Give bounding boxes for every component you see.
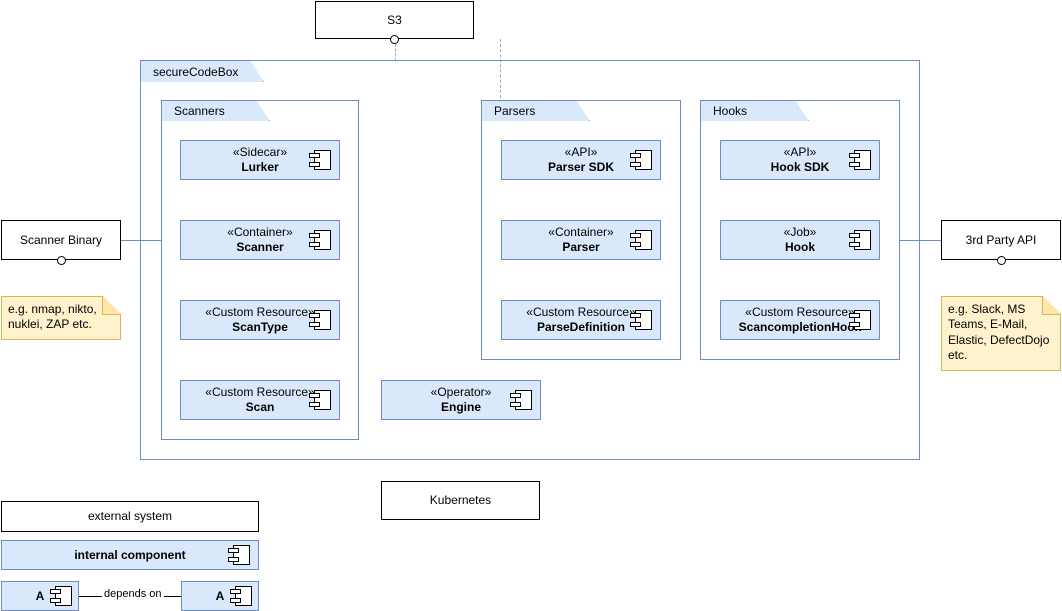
uml-component-icon xyxy=(849,310,871,330)
uml-component-icon xyxy=(510,390,532,410)
component-engine-stereotype: «Operator» xyxy=(430,385,492,400)
package-scanners-tab[interactable]: Scanners xyxy=(161,100,270,121)
legend-dependency-target: A xyxy=(181,581,259,611)
legend-internal-component-label: internal component xyxy=(74,547,186,562)
external-system-s3-label: S3 xyxy=(387,12,402,27)
component-engine[interactable]: «Operator» Engine xyxy=(381,380,541,420)
component-lurker-stereotype: «Sidecar» xyxy=(232,145,288,160)
component-scancompletionhook-stereotype: «Custom Resource» xyxy=(745,305,855,320)
note-scanner-examples-text: e.g. nmap, nikto, nuklei, ZAP etc. xyxy=(8,302,97,332)
component-scancompletionhook-name: ScancompletionHook xyxy=(738,320,862,334)
component-scanner-name: Scanner xyxy=(236,240,284,254)
note-hook-examples: e.g. Slack, MS Teams, E-Mail, Elastic, D… xyxy=(941,296,1061,371)
component-parser-sdk-stereotype: «API» xyxy=(564,145,598,160)
uml-component-icon xyxy=(630,310,652,330)
component-engine-name: Engine xyxy=(440,400,481,414)
component-scan-name: Scan xyxy=(245,400,275,414)
external-system-scanner-binary-label: Scanner Binary xyxy=(19,232,103,247)
legend-dependency-source-label: A xyxy=(35,588,45,603)
component-scantype-name: ScanType xyxy=(232,320,288,334)
legend-dependency-source: A xyxy=(1,581,79,611)
component-scantype-stereotype: «Custom Resource» xyxy=(205,305,315,320)
legend-dependency-target-label: A xyxy=(215,588,225,603)
component-lurker-name: Lurker xyxy=(241,160,279,174)
uml-component-icon xyxy=(630,150,652,170)
component-hook-sdk-stereotype: «API» xyxy=(783,145,817,160)
note-scanner-examples: e.g. nmap, nikto, nuklei, ZAP etc. xyxy=(1,296,121,340)
external-system-s3[interactable]: S3 xyxy=(315,1,474,39)
uml-component-icon xyxy=(309,310,331,330)
external-system-scanner-binary[interactable]: Scanner Binary xyxy=(1,220,121,260)
component-hook-stereotype: «Job» xyxy=(783,225,817,240)
external-system-kubernetes[interactable]: Kubernetes xyxy=(381,481,540,520)
component-parsedefinition-stereotype: «Custom Resource» xyxy=(526,305,636,320)
component-scanner[interactable]: «Container» Scanner xyxy=(180,220,340,260)
component-scancompletionhook[interactable]: «Custom Resource» ScancompletionHook xyxy=(720,300,880,340)
package-parsers-label: Parsers xyxy=(494,104,536,118)
package-scanners-label: Scanners xyxy=(174,104,225,118)
package-hooks-label: Hooks xyxy=(713,104,748,118)
uml-component-icon xyxy=(230,586,252,606)
uml-component-icon xyxy=(309,230,331,250)
legend-external-system-label: external system xyxy=(87,509,173,523)
component-scan[interactable]: «Custom Resource» Scan xyxy=(180,380,340,420)
uml-component-icon xyxy=(50,586,72,606)
component-scan-stereotype: «Custom Resource» xyxy=(205,385,315,400)
package-securecodebox-label: secureCodeBox xyxy=(153,64,239,79)
note-fold-corner-icon xyxy=(1042,297,1060,315)
note-hook-examples-text: e.g. Slack, MS Teams, E-Mail, Elastic, D… xyxy=(948,302,1050,363)
component-lurker[interactable]: «Sidecar» Lurker xyxy=(180,140,340,180)
scanner-binary-provided-interface-icon xyxy=(57,256,66,265)
uml-component-icon xyxy=(630,230,652,250)
legend-dependency-edge-text: depends on xyxy=(104,588,162,600)
component-parser-sdk[interactable]: «API» Parser SDK xyxy=(501,140,661,180)
s3-provided-interface-icon xyxy=(390,35,399,44)
third-party-api-provided-interface-icon xyxy=(997,256,1006,265)
component-parser-stereotype: «Container» xyxy=(548,225,614,240)
component-scantype[interactable]: «Custom Resource» ScanType xyxy=(180,300,340,340)
note-fold-corner-icon xyxy=(102,297,120,315)
package-parsers-tab[interactable]: Parsers xyxy=(481,100,590,121)
uml-component-icon xyxy=(849,230,871,250)
legend-internal-component: internal component xyxy=(1,540,259,570)
component-hook-name: Hook xyxy=(785,240,815,254)
uml-component-icon xyxy=(849,150,871,170)
component-parser-sdk-name: Parser SDK xyxy=(547,160,615,174)
legend-dependency-edge-label: depends on xyxy=(102,588,164,600)
component-parser[interactable]: «Container» Parser xyxy=(501,220,661,260)
legend-external-system: external system xyxy=(1,501,259,532)
package-hooks-tab[interactable]: Hooks xyxy=(700,100,809,121)
uml-component-icon xyxy=(309,150,331,170)
external-system-kubernetes-label: Kubernetes xyxy=(429,493,492,507)
component-parsedefinition-name: ParseDefinition xyxy=(536,320,626,334)
component-scanner-stereotype: «Container» xyxy=(227,225,293,240)
component-hook[interactable]: «Job» Hook xyxy=(720,220,880,260)
component-hook-sdk[interactable]: «API» Hook SDK xyxy=(720,140,880,180)
component-hook-sdk-name: Hook SDK xyxy=(770,160,830,174)
package-securecodebox-tab[interactable]: secureCodeBox xyxy=(140,60,264,82)
external-system-third-party-api[interactable]: 3rd Party API xyxy=(941,220,1061,260)
uml-component-icon xyxy=(309,390,331,410)
component-parser-name: Parser xyxy=(562,240,600,254)
component-parsedefinition[interactable]: «Custom Resource» ParseDefinition xyxy=(501,300,661,340)
diagram-canvas: S3 secureCodeBox Scanners «Sidecar» Lurk… xyxy=(0,0,1062,611)
external-system-third-party-api-label: 3rd Party API xyxy=(965,232,1037,247)
uml-component-icon xyxy=(228,545,250,565)
